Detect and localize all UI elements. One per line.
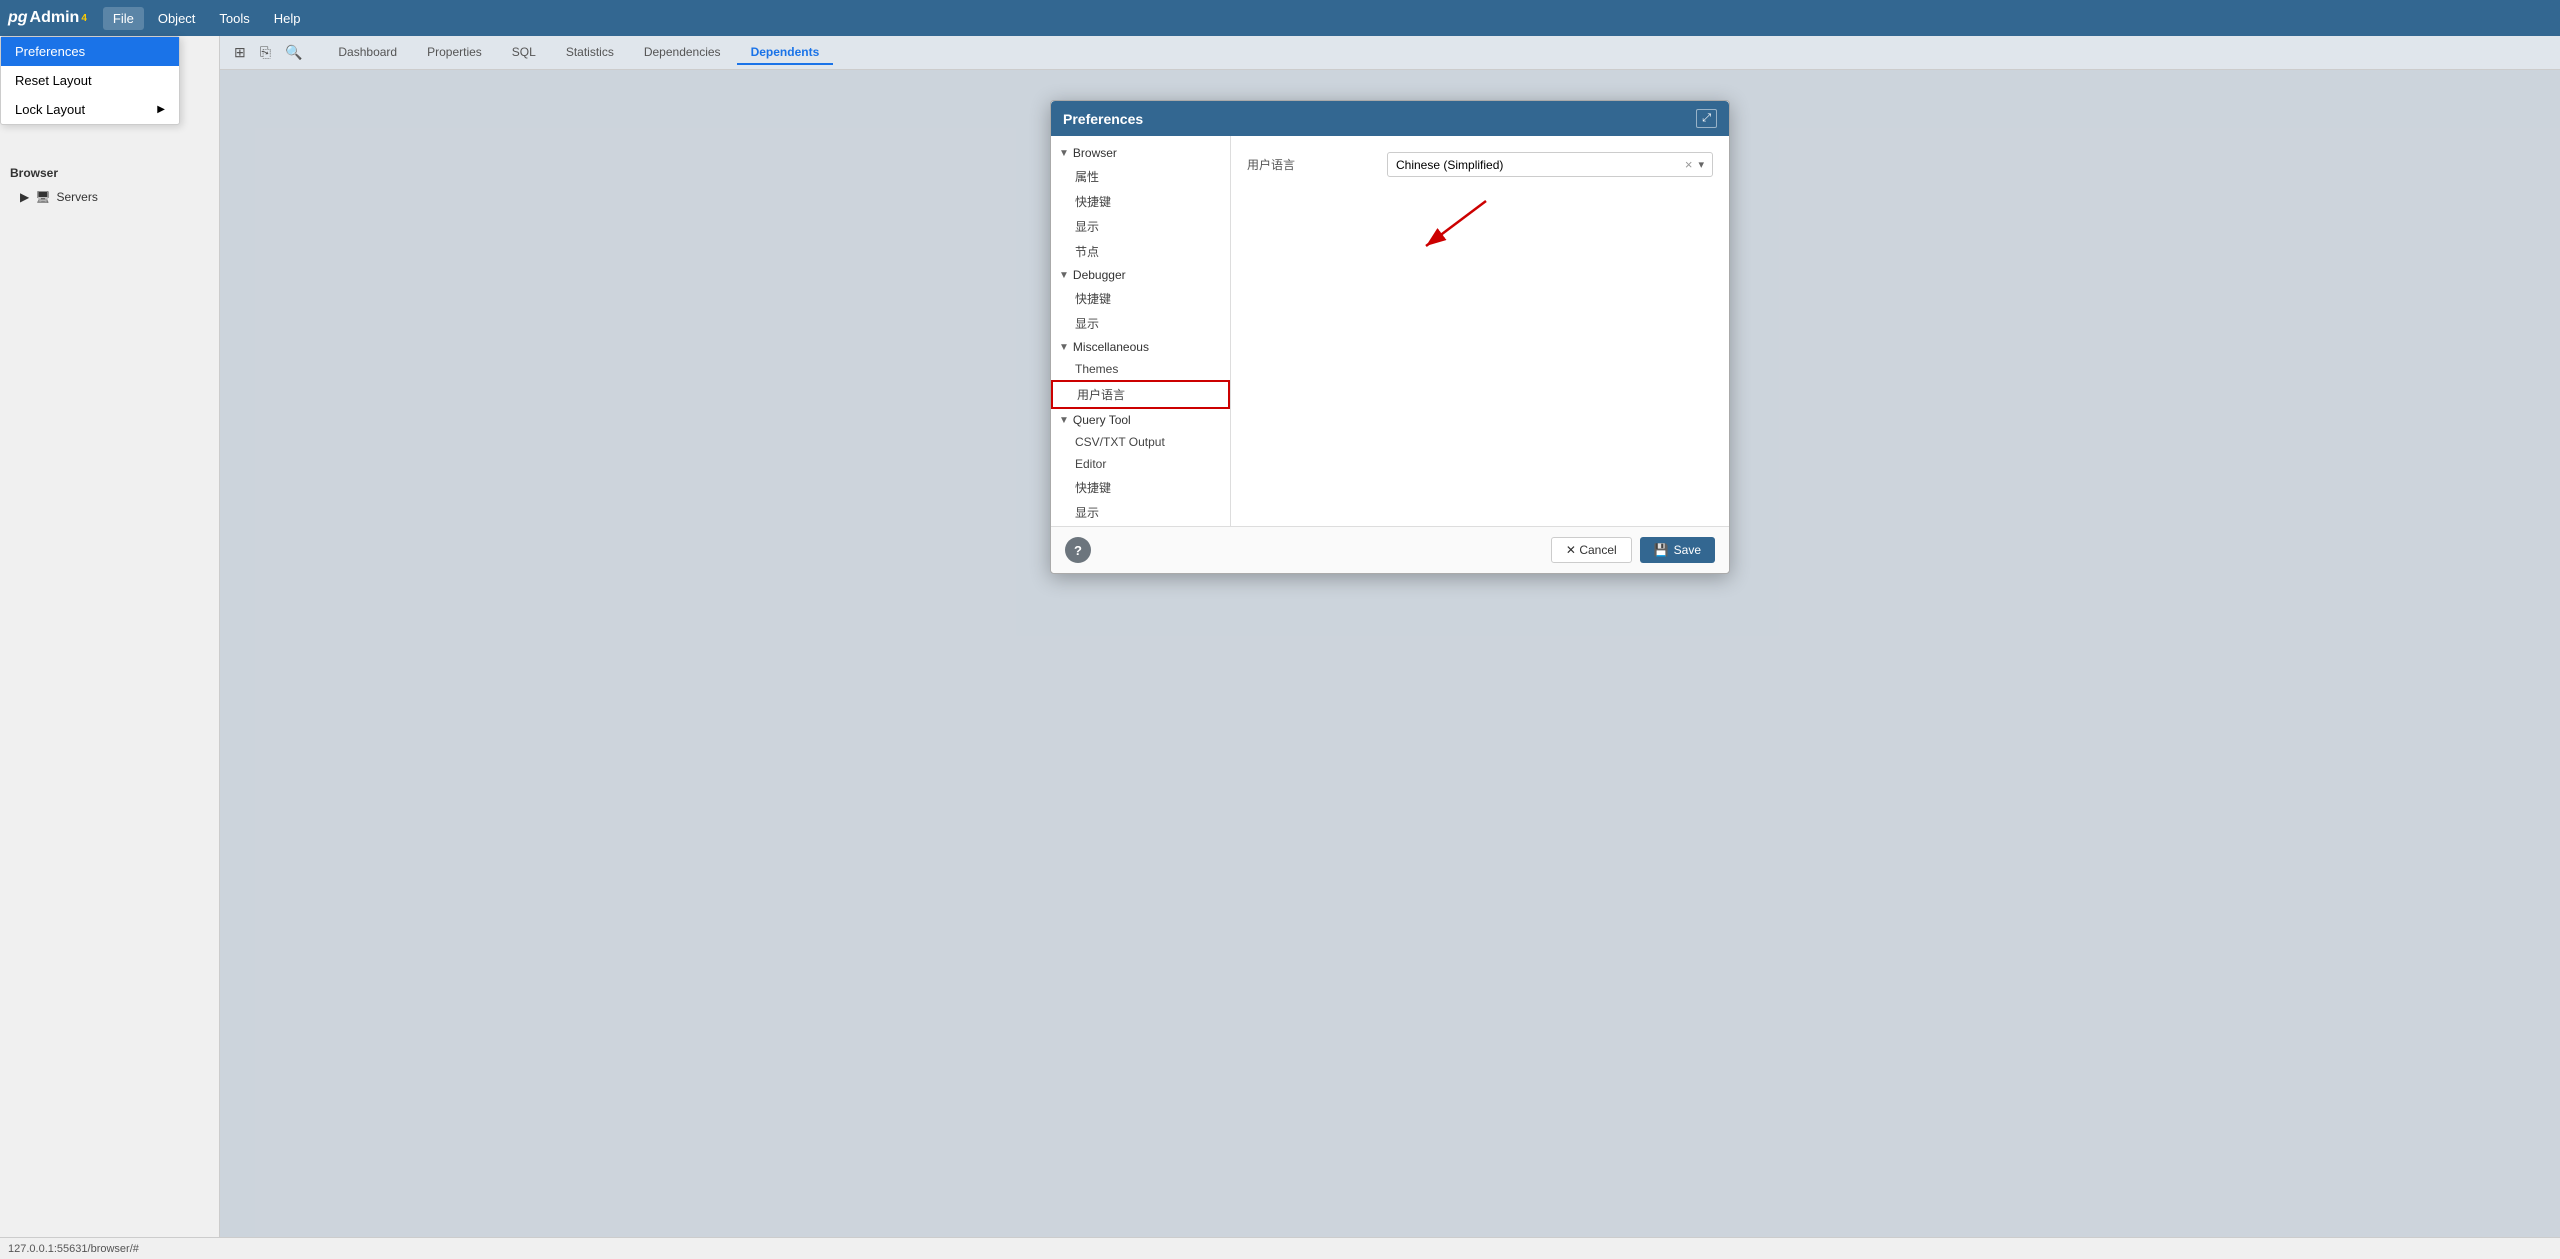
annotation-arrow: [1406, 191, 1496, 261]
tab-properties[interactable]: Properties: [413, 41, 496, 65]
main-layout: Preferences Reset Layout Lock Layout ▶ B…: [0, 36, 2560, 1259]
modal-overlay: Preferences ⤢ ▼ Browser 属性: [220, 70, 2560, 1259]
brand-admin: Admin: [30, 9, 80, 27]
save-button[interactable]: 💾 Save: [1640, 537, 1715, 563]
tree-item-nodes[interactable]: 节点: [1051, 239, 1230, 264]
pref-content-panel: 用户语言 Chinese (Simplified) × ▾: [1231, 136, 1729, 526]
modal-footer: ? ✕ Cancel 💾 Save: [1051, 526, 1729, 573]
query-tool-section-label: Query Tool: [1073, 413, 1131, 427]
modal-expand-button[interactable]: ⤢: [1696, 109, 1717, 128]
tab-dependencies[interactable]: Dependencies: [630, 41, 735, 65]
debugger-section-label: Debugger: [1073, 268, 1126, 282]
pref-tree: ▼ Browser 属性 快捷键 显示 节点 ▼ Debugger: [1051, 136, 1231, 526]
tab-dependents[interactable]: Dependents: [737, 41, 834, 65]
user-lang-dropdown-arrow: ▾: [1698, 158, 1704, 171]
user-lang-clear-button[interactable]: ×: [1681, 157, 1697, 172]
tree-section-query-tool[interactable]: ▼ Query Tool: [1051, 409, 1230, 431]
cancel-button[interactable]: ✕ Cancel: [1551, 537, 1632, 563]
statusbar: 127.0.0.1:55631/browser/#: [0, 1237, 2560, 1259]
misc-caret: ▼: [1059, 342, 1069, 353]
footer-actions: ✕ Cancel 💾 Save: [1551, 537, 1715, 563]
preferences-label: Preferences: [15, 44, 85, 59]
save-label: Save: [1674, 543, 1701, 557]
brand-pg: pg: [8, 9, 28, 27]
topbar: pgAdmin 4 File Object Tools Help: [0, 0, 2560, 36]
content-area: ⊞ ⎘ 🔍 Dashboard Properties SQL Statistic…: [220, 36, 2560, 1259]
debugger-caret: ▼: [1059, 270, 1069, 281]
tab-dashboard[interactable]: Dashboard: [324, 41, 411, 65]
tree-item-dbg-shortcuts[interactable]: 快捷键: [1051, 286, 1230, 311]
help-menu-button[interactable]: Help: [264, 7, 311, 30]
tree-section-browser[interactable]: ▼ Browser: [1051, 142, 1230, 164]
tree-item-display[interactable]: 显示: [1051, 214, 1230, 239]
browser-header: Browser: [0, 160, 219, 186]
sidebar: Preferences Reset Layout Lock Layout ▶ B…: [0, 36, 220, 1259]
page-content: Preferences ⤢ ▼ Browser 属性: [220, 70, 2560, 1259]
search-icon-button[interactable]: 🔍: [279, 41, 308, 64]
object-menu-button[interactable]: Object: [148, 7, 206, 30]
browser-panel: Browser ▶ 🖥 Servers: [0, 156, 219, 212]
modal-body: ▼ Browser 属性 快捷键 显示 节点 ▼ Debugger: [1051, 136, 1729, 526]
modal-title: Preferences: [1063, 111, 1143, 127]
app-brand: pgAdmin 4: [8, 9, 87, 27]
tab-sql[interactable]: SQL: [498, 41, 550, 65]
cancel-label: Cancel: [1579, 543, 1616, 557]
modal-header: Preferences ⤢: [1051, 101, 1729, 136]
tree-item-qt-display[interactable]: 显示: [1051, 500, 1230, 525]
user-lang-label: 用户语言: [1247, 156, 1387, 173]
lock-layout-submenu-chevron: ▶: [157, 104, 165, 115]
query-tool-caret: ▼: [1059, 415, 1069, 426]
browser-section-label: Browser: [1073, 146, 1117, 160]
tools-menu-button[interactable]: Tools: [209, 7, 259, 30]
copy-icon-button[interactable]: ⎘: [254, 41, 277, 64]
status-url: 127.0.0.1:55631/browser/#: [8, 1243, 139, 1255]
browser-caret: ▼: [1059, 148, 1069, 159]
tree-item-attrs[interactable]: 属性: [1051, 164, 1230, 189]
tree-item-shortcuts[interactable]: 快捷键: [1051, 189, 1230, 214]
menu-item-reset-layout[interactable]: Reset Layout: [1, 66, 179, 95]
tree-section-misc[interactable]: ▼ Miscellaneous: [1051, 336, 1230, 358]
menu-item-preferences[interactable]: Preferences: [1, 37, 179, 66]
menu-item-lock-layout[interactable]: Lock Layout ▶: [1, 95, 179, 124]
save-icon: 💾: [1654, 543, 1669, 557]
tab-statistics[interactable]: Statistics: [552, 41, 628, 65]
file-menu-button[interactable]: File: [103, 7, 144, 30]
grid-icon-button[interactable]: ⊞: [228, 41, 252, 64]
sidebar-item-servers[interactable]: ▶ 🖥 Servers: [0, 186, 219, 208]
tree-item-dbg-display[interactable]: 显示: [1051, 311, 1230, 336]
tree-item-themes[interactable]: Themes: [1051, 358, 1230, 380]
file-dropdown-menu: Preferences Reset Layout Lock Layout ▶: [0, 36, 180, 125]
servers-label: Servers: [56, 190, 97, 204]
user-lang-select[interactable]: Chinese (Simplified) × ▾: [1387, 152, 1713, 177]
help-button[interactable]: ?: [1065, 537, 1091, 563]
tree-item-csv-txt[interactable]: CSV/TXT Output: [1051, 431, 1230, 453]
servers-icon: 🖥: [35, 190, 50, 204]
user-lang-selected-value: Chinese (Simplified): [1396, 158, 1503, 172]
tree-item-editor[interactable]: Editor: [1051, 453, 1230, 475]
tree-item-qt-shortcuts[interactable]: 快捷键: [1051, 475, 1230, 500]
user-lang-value: Chinese (Simplified) × ▾: [1387, 152, 1713, 177]
tree-section-debugger[interactable]: ▼ Debugger: [1051, 264, 1230, 286]
preferences-modal: Preferences ⤢ ▼ Browser 属性: [1050, 100, 1730, 574]
misc-section-label: Miscellaneous: [1073, 340, 1149, 354]
servers-expand-icon: ▶: [20, 190, 29, 204]
tabs-bar: ⊞ ⎘ 🔍 Dashboard Properties SQL Statistic…: [220, 36, 2560, 70]
reset-layout-label: Reset Layout: [15, 73, 92, 88]
tree-item-user-lang[interactable]: 用户语言: [1051, 380, 1230, 409]
pref-row-user-lang: 用户语言 Chinese (Simplified) × ▾: [1247, 152, 1713, 177]
lock-layout-label: Lock Layout: [15, 102, 85, 117]
cancel-icon: ✕: [1566, 543, 1576, 557]
